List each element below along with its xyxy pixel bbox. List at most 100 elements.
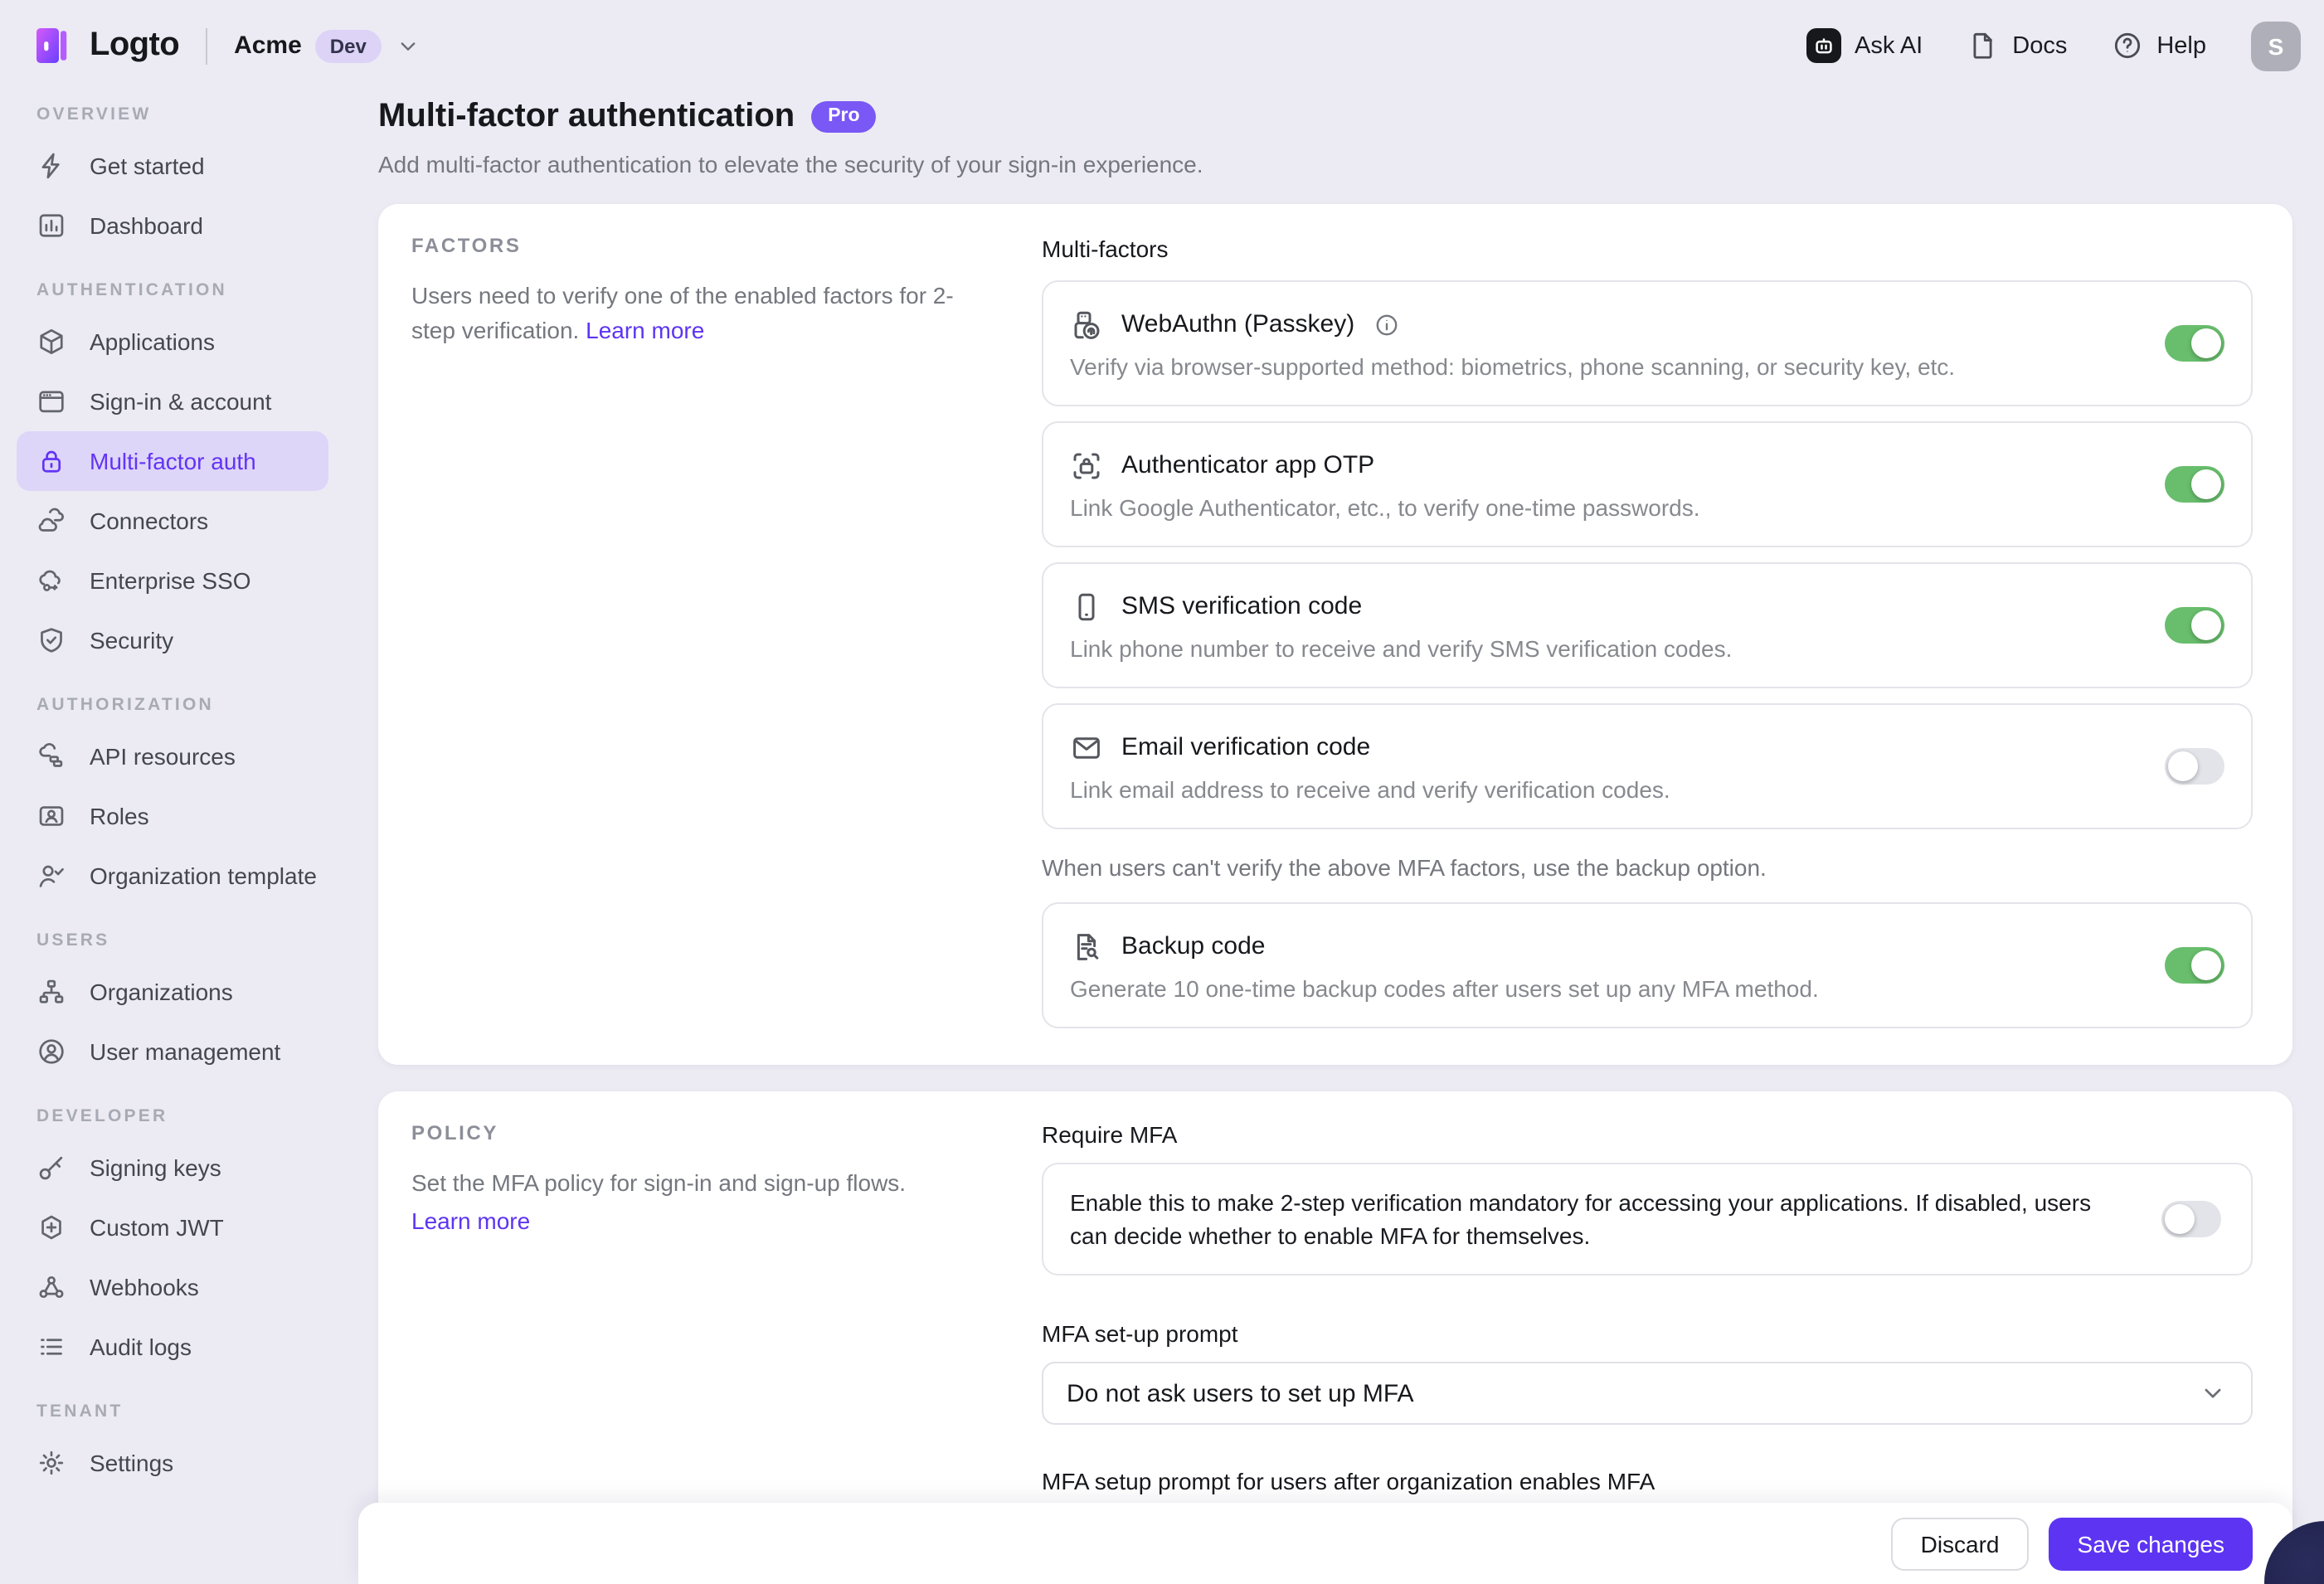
sidebar-item-user-management[interactable]: User management <box>17 1022 328 1081</box>
policy-section-desc-text: Set the MFA policy for sign-in and sign-… <box>411 1169 906 1196</box>
sidebar-item-custom-jwt[interactable]: Custom JWT <box>17 1198 328 1257</box>
gear-icon <box>36 1448 66 1478</box>
sidebar-item-label: Roles <box>90 803 149 829</box>
logto-brand[interactable]: Logto <box>30 23 179 68</box>
factors-card: FACTORS Users need to verify one of the … <box>378 204 2292 1065</box>
authenticator-otp-toggle[interactable] <box>2165 466 2224 503</box>
sidebar-item-roles[interactable]: Roles <box>17 786 328 846</box>
factor-row-email: Email verification code Link email addre… <box>1042 703 2253 829</box>
env-badge: Dev <box>315 29 382 62</box>
sidebar-item-connectors[interactable]: Connectors <box>17 491 328 551</box>
topbar-divider <box>206 27 207 64</box>
sidebar-item-label: Webhooks <box>90 1274 199 1300</box>
clouds-icon <box>36 506 66 536</box>
factor-name: SMS verification code <box>1121 592 1362 620</box>
sidebar-item-applications[interactable]: Applications <box>17 312 328 372</box>
docs-label: Docs <box>2012 32 2067 59</box>
topbar: Logto Acme Dev Ask AI <box>0 0 2324 91</box>
sidebar-section-authorization: AUTHORIZATION <box>36 695 309 715</box>
page-subtitle: Add multi-factor authentication to eleva… <box>378 151 2292 177</box>
factor-description: Link email address to receive and verify… <box>1070 775 2135 802</box>
sidebar-item-api-resources[interactable]: API resources <box>17 726 328 786</box>
mfa-setup-prompt-select[interactable]: Do not ask users to set up MFA <box>1042 1362 2253 1425</box>
phone-icon <box>1070 590 1103 623</box>
sidebar-section-users: USERS <box>36 930 309 950</box>
browser-icon <box>36 386 66 416</box>
sidebar-item-get-started[interactable]: Get started <box>17 136 328 196</box>
factor-row-webauthn: WebAuthn (Passkey) Verify via browser-su… <box>1042 280 2253 406</box>
sidebar-item-label: Custom JWT <box>90 1214 224 1241</box>
sidebar-item-webhooks[interactable]: Webhooks <box>17 1257 328 1317</box>
sidebar-item-security[interactable]: Security <box>17 610 328 670</box>
cloud-key-icon <box>36 566 66 595</box>
sidebar-item-label: Organizations <box>90 979 233 1005</box>
backup-code-toggle[interactable] <box>2165 947 2224 984</box>
document-search-icon <box>1070 930 1103 963</box>
help-button[interactable]: Help <box>2112 30 2206 61</box>
factors-section-description: Users need to verify one of the enabled … <box>411 279 989 348</box>
chevron-down-icon <box>395 32 421 59</box>
sidebar-item-label: Settings <box>90 1450 173 1476</box>
ask-ai-icon <box>1806 28 1841 63</box>
ask-ai-label: Ask AI <box>1855 32 1923 59</box>
factors-section-label: FACTORS <box>411 234 989 257</box>
chevron-down-icon <box>2198 1378 2228 1408</box>
mfa-setup-prompt-value: Do not ask users to set up MFA <box>1067 1379 1414 1407</box>
sidebar: OVERVIEW Get started Dashboard AUTHENTIC… <box>0 91 345 1584</box>
factor-row-sms: SMS verification code Link phone number … <box>1042 562 2253 688</box>
cloud-resource-icon <box>36 741 66 771</box>
help-icon <box>2112 30 2143 61</box>
docs-button[interactable]: Docs <box>1967 30 2067 61</box>
sidebar-item-enterprise-sso[interactable]: Enterprise SSO <box>17 551 328 610</box>
sidebar-item-label: API resources <box>90 743 236 770</box>
lock-icon <box>36 446 66 476</box>
sidebar-item-organization-template[interactable]: Organization template <box>17 846 328 906</box>
save-changes-button[interactable]: Save changes <box>2049 1517 2253 1570</box>
sidebar-item-signing-keys[interactable]: Signing keys <box>17 1138 328 1198</box>
key-icon <box>36 1153 66 1183</box>
discard-button[interactable]: Discard <box>1891 1517 2030 1570</box>
sidebar-item-multi-factor-auth[interactable]: Multi-factor auth <box>17 431 328 491</box>
require-mfa-row: Enable this to make 2-step verification … <box>1042 1163 2253 1275</box>
sidebar-item-dashboard[interactable]: Dashboard <box>17 196 328 255</box>
mfa-setup-prompt-label: MFA set-up prompt <box>1042 1320 2253 1347</box>
tenant-name: Acme <box>234 32 302 60</box>
email-toggle[interactable] <box>2165 748 2224 785</box>
webauthn-toggle[interactable] <box>2165 325 2224 362</box>
factor-description: Link phone number to receive and verify … <box>1070 634 2135 661</box>
bar-chart-icon <box>36 211 66 241</box>
sidebar-item-label: Security <box>90 627 173 654</box>
sms-toggle[interactable] <box>2165 607 2224 644</box>
sidebar-item-label: Multi-factor auth <box>90 448 256 474</box>
ask-ai-button[interactable]: Ask AI <box>1806 28 1923 63</box>
backup-note: When users can't verify the above MFA fa… <box>1042 854 2253 881</box>
sidebar-item-label: Sign-in & account <box>90 388 271 415</box>
brand-wordmark: Logto <box>90 27 179 65</box>
require-mfa-toggle[interactable] <box>2161 1201 2221 1237</box>
policy-section-label: POLICY <box>411 1121 989 1144</box>
factor-name: WebAuthn (Passkey) <box>1121 310 1354 338</box>
docs-icon <box>1967 30 1999 61</box>
factor-description: Link Google Authenticator, etc., to veri… <box>1070 493 2135 520</box>
sidebar-item-sign-in-account[interactable]: Sign-in & account <box>17 372 328 431</box>
org-chart-icon <box>36 977 66 1007</box>
sidebar-item-audit-logs[interactable]: Audit logs <box>17 1317 328 1377</box>
zap-icon <box>36 151 66 181</box>
webhook-icon <box>36 1272 66 1302</box>
save-bar: Discard Save changes <box>358 1503 2292 1584</box>
main-content: Multi-factor authentication Pro Add mult… <box>345 91 2324 1584</box>
avatar[interactable]: S <box>2251 21 2301 70</box>
policy-learn-more-link[interactable]: Learn more <box>411 1204 530 1239</box>
help-label: Help <box>2156 32 2206 59</box>
sidebar-section-tenant: TENANT <box>36 1402 309 1421</box>
factors-learn-more-link[interactable]: Learn more <box>586 317 704 343</box>
tenant-selector[interactable]: Acme Dev <box>234 29 421 62</box>
factors-card-intro: FACTORS Users need to verify one of the … <box>411 234 989 1028</box>
info-icon[interactable] <box>1373 311 1399 338</box>
page-title: Multi-factor authentication <box>378 98 795 136</box>
require-mfa-label: Require MFA <box>1042 1121 2253 1148</box>
sidebar-item-organizations[interactable]: Organizations <box>17 962 328 1022</box>
factor-description: Verify via browser-supported method: bio… <box>1070 352 2135 379</box>
factor-name: Backup code <box>1121 932 1265 960</box>
sidebar-item-settings[interactable]: Settings <box>17 1433 328 1493</box>
